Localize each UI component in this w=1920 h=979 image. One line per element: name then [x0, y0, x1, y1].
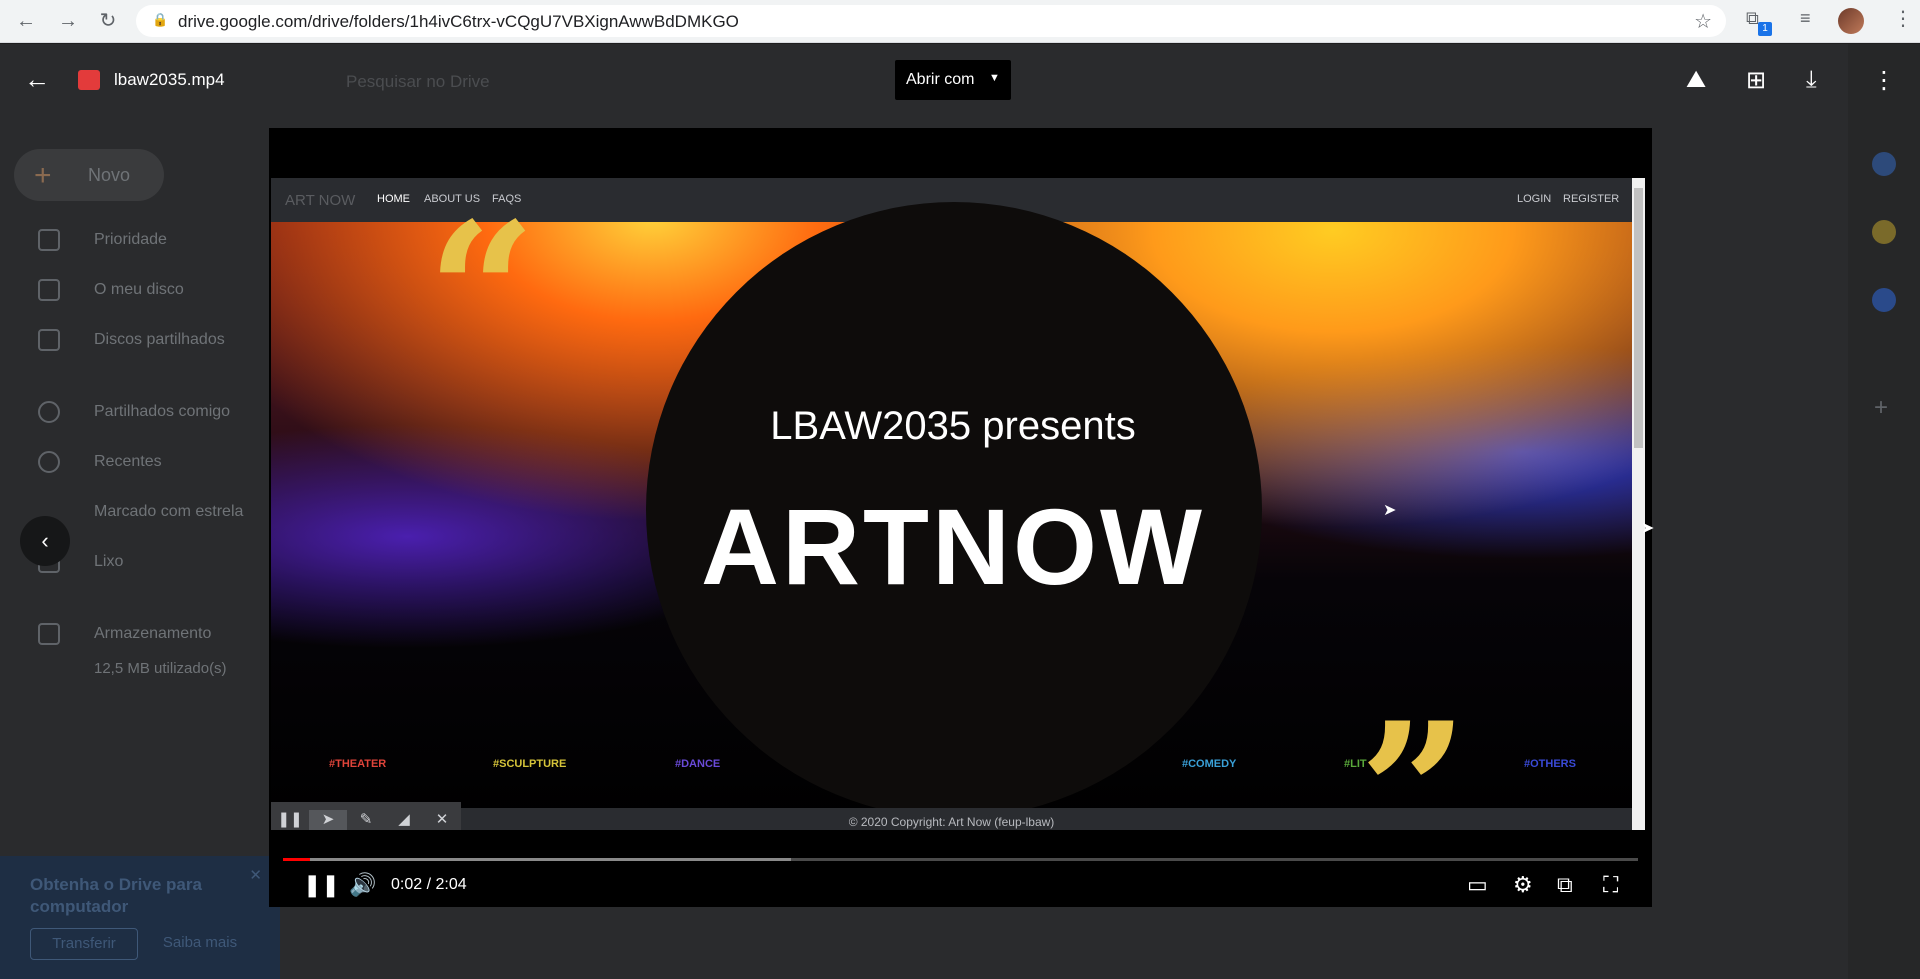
profile-avatar[interactable]	[1838, 8, 1864, 34]
sidebar-item-label: Lixo	[94, 553, 124, 570]
collapse-sidebar-button[interactable]: ‹	[20, 516, 70, 566]
learn-more-link[interactable]: Saiba mais	[150, 928, 250, 960]
video-frame: ART NOW HOME ABOUT US FAQS LOGIN REGISTE…	[271, 178, 1632, 830]
artnow-title: ARTNOW	[701, 486, 1205, 607]
reload-icon[interactable]: ↻	[96, 9, 120, 33]
title-block: LBAW2035 presents ARTNOW	[383, 178, 1523, 830]
presents-text: LBAW2035 presents	[770, 404, 1136, 448]
lock-icon: 🔒	[152, 12, 169, 27]
caret-down-icon: ▼	[989, 72, 1000, 84]
video-player[interactable]: ART NOW HOME ABOUT US FAQS LOGIN REGISTE…	[269, 128, 1652, 907]
sidebar-item-shared-drives[interactable]: Discos partilhados	[0, 320, 270, 360]
calendar-icon[interactable]	[1872, 152, 1896, 176]
video-file-icon	[78, 70, 100, 90]
file-name: lbaw2035.mp4	[114, 70, 225, 89]
sidebar-item-label: Discos partilhados	[94, 331, 225, 348]
tag-sculpture: #SCULPTURE	[493, 758, 567, 770]
forward-icon[interactable]: →	[56, 9, 80, 33]
plus-icon: +	[34, 159, 52, 192]
sidebar-item-recent[interactable]: Recentes	[0, 442, 270, 482]
frame-scrollbar	[1632, 178, 1645, 830]
resize-cursor-icon: ➤	[1641, 520, 1655, 537]
sidebar-item-label: Recentes	[94, 453, 162, 470]
played-progress	[283, 858, 311, 861]
buffered-progress	[283, 858, 792, 861]
bookmark-star-icon[interactable]: ☆	[1694, 9, 1712, 34]
back-icon[interactable]: ←	[14, 9, 38, 33]
site-nav-register: REGISTER	[1563, 193, 1620, 205]
new-button[interactable]: + Novo	[14, 149, 164, 201]
tag-theater: #THEATER	[329, 758, 387, 770]
sidebar-item-label: Marcado com estrela	[94, 503, 244, 520]
download-icon[interactable]: ⤓	[1806, 66, 1817, 94]
browser-menu-icon[interactable]: ⋮	[1893, 6, 1913, 31]
eraser-icon[interactable]: ◢	[385, 810, 423, 830]
annotation-toolbar: ❚❚ ➤ ✎ ◢ ✕	[271, 802, 461, 830]
volume-icon[interactable]: 🔊	[349, 872, 376, 898]
promo-text: Obtenha o Drive para computador	[30, 875, 202, 916]
sidebar-item-label: Armazenamento	[94, 625, 212, 642]
close-icon[interactable]: ✕	[249, 866, 262, 884]
open-with-label: Abrir com	[906, 71, 975, 88]
sidebar-item-label: Prioridade	[94, 231, 167, 248]
tag-comedy: #COMEDY	[1182, 758, 1237, 770]
people-icon	[38, 401, 60, 423]
more-actions-icon[interactable]: ⋮	[1872, 66, 1896, 95]
url-text: drive.google.com/drive/folders/1h4ivC6tr…	[178, 12, 739, 31]
storage-icon	[38, 623, 60, 645]
pause-annotation-icon[interactable]: ❚❚	[271, 810, 309, 830]
add-to-drive-icon[interactable]: ⛰	[1686, 66, 1706, 94]
viewer-toolbar: ← lbaw2035.mp4 Abrir com ▼ ⛰ ⊞ ⤓ ⋮	[0, 44, 1920, 124]
scrollbar-thumb	[1634, 188, 1643, 448]
drive-desktop-promo: ✕ Obtenha o Drive para computador Transf…	[0, 856, 280, 979]
drive-sidebar: + Novo Prioridade O meu disco Discos par…	[0, 44, 270, 979]
fullscreen-icon[interactable]: ⛶	[1603, 872, 1618, 898]
sidebar-item-label: Partilhados comigo	[94, 403, 231, 420]
playback-time: 0:02 / 2:04	[391, 876, 467, 893]
sidebar-item-priority[interactable]: Prioridade	[0, 220, 270, 260]
pointer-icon[interactable]: ➤	[309, 810, 347, 830]
check-square-icon	[38, 229, 60, 251]
extension-icon[interactable]: ⧉	[1746, 8, 1759, 29]
open-with-button[interactable]: Abrir com ▼	[895, 60, 1011, 100]
shared-drive-icon	[38, 329, 60, 351]
pencil-icon[interactable]: ✎	[347, 810, 385, 830]
add-addon-icon[interactable]: +	[1874, 394, 1888, 422]
side-panel-rail: +	[1848, 44, 1920, 979]
tasks-icon[interactable]	[1872, 288, 1896, 312]
download-button[interactable]: Transferir	[30, 928, 138, 960]
mouse-cursor-icon: ➤	[1383, 502, 1397, 519]
add-comment-icon[interactable]: ⊞	[1746, 66, 1766, 95]
drive-icon	[38, 279, 60, 301]
tag-dance: #DANCE	[675, 758, 721, 770]
clock-icon	[38, 451, 60, 473]
sidebar-item-my-drive[interactable]: O meu disco	[0, 270, 270, 310]
reading-list-icon[interactable]: ≡	[1800, 8, 1811, 29]
site-brand: ART NOW	[285, 192, 356, 209]
pause-icon[interactable]: ❚❚	[303, 872, 340, 898]
keep-icon[interactable]	[1872, 220, 1896, 244]
seek-bar[interactable]	[283, 858, 1638, 861]
storage-used-text: 12,5 MB utilizado(s)	[94, 660, 227, 677]
sidebar-item-storage[interactable]: Armazenamento	[0, 614, 270, 654]
settings-icon[interactable]: ⚙	[1513, 872, 1533, 898]
subtitles-icon[interactable]: ▭	[1467, 872, 1488, 898]
browser-toolbar: ← → ↻ 🔒 drive.google.com/drive/folders/1…	[0, 0, 1920, 43]
tag-others: #OTHERS	[1524, 758, 1576, 770]
sidebar-item-shared-with-me[interactable]: Partilhados comigo	[0, 392, 270, 432]
miniplayer-icon[interactable]: ⧉	[1557, 872, 1573, 898]
new-button-label: Novo	[88, 165, 131, 185]
copyright-text: © 2020 Copyright: Art Now (feup-lbaw)	[848, 815, 1055, 829]
close-annotation-icon[interactable]: ✕	[423, 810, 461, 830]
sidebar-item-label: O meu disco	[94, 281, 184, 298]
close-viewer-icon[interactable]: ←	[24, 64, 50, 95]
extension-badge: 1	[1758, 22, 1772, 36]
address-bar[interactable]: 🔒 drive.google.com/drive/folders/1h4ivC6…	[136, 5, 1726, 37]
